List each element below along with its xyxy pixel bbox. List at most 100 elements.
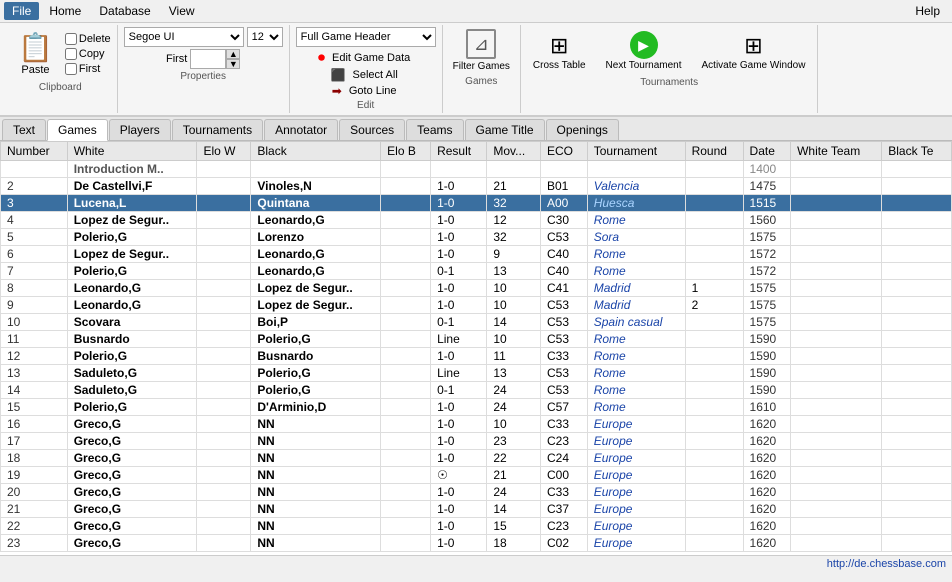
table-cell: 2 (1, 178, 68, 195)
game-header-select[interactable]: Full Game Header (296, 27, 436, 47)
table-cell (197, 195, 251, 212)
table-row[interactable]: 5Polerio,GLorenzo1-032C53Sora1575 (1, 229, 952, 246)
cross-table-button[interactable]: ⊞ Cross Table (527, 29, 592, 75)
edit-game-data-button[interactable]: Edit Game Data (329, 51, 413, 65)
clipboard-group: 📋 Paste Delete Copy First Clipboard (4, 25, 118, 113)
paste-button[interactable]: 📋 Paste (10, 27, 61, 80)
table-cell: 23 (1, 535, 68, 552)
table-row[interactable]: 22Greco,GNN1-015C23Europe1620 (1, 518, 952, 535)
table-container[interactable]: Number White Elo W Black Elo B Result Mo… (0, 141, 952, 555)
table-row[interactable]: 8Leonardo,GLopez de Segur..1-010C41Madri… (1, 280, 952, 297)
table-cell: Lopez de Segur.. (251, 280, 381, 297)
col-result[interactable]: Result (431, 142, 487, 161)
copy-checkbox-label[interactable]: Copy (65, 48, 111, 60)
col-eco[interactable]: ECO (541, 142, 588, 161)
table-cell: Saduleto,G (67, 365, 197, 382)
table-cell: C40 (541, 263, 588, 280)
table-row[interactable]: 11BusnardoPolerio,GLine10C53Rome1590 (1, 331, 952, 348)
copy-checkbox[interactable] (65, 48, 77, 60)
table-cell: C53 (541, 314, 588, 331)
table-cell: C53 (541, 297, 588, 314)
filter-group: ⊿ Filter Games Games (443, 25, 521, 113)
table-cell: 11 (1, 331, 68, 348)
first-input[interactable]: 0 (190, 49, 226, 69)
table-row[interactable]: 10ScovaraBoi,P0-114C53Spain casual1575 (1, 314, 952, 331)
table-row[interactable]: 9Leonardo,GLopez de Segur..1-010C53Madri… (1, 297, 952, 314)
activate-game-window-button[interactable]: ⊞ Activate Game Window (696, 29, 812, 75)
table-cell (197, 263, 251, 280)
table-cell (882, 229, 952, 246)
table-row[interactable]: 13Saduleto,GPolerio,GLine13C53Rome1590 (1, 365, 952, 382)
spinner-down[interactable]: ▼ (226, 59, 240, 69)
col-elo-b[interactable]: Elo B (381, 142, 431, 161)
goto-line-button[interactable]: Goto Line (346, 84, 400, 98)
table-row[interactable]: 23Greco,GNN1-018C02Europe1620 (1, 535, 952, 552)
col-black[interactable]: Black (251, 142, 381, 161)
col-number[interactable]: Number (1, 142, 68, 161)
filter-games-button[interactable]: ⊿ Filter Games (449, 27, 514, 74)
table-cell (197, 246, 251, 263)
table-row[interactable]: 15Polerio,GD'Arminio,D1-024C57Rome1610 (1, 399, 952, 416)
size-select[interactable]: 12 (247, 27, 283, 47)
menu-home[interactable]: Home (41, 2, 89, 20)
table-cell (381, 467, 431, 484)
col-mov[interactable]: Mov... (487, 142, 541, 161)
spinner-up[interactable]: ▲ (226, 49, 240, 59)
tabs-bar: Text Games Players Tournaments Annotator… (0, 117, 952, 141)
table-row[interactable]: 19Greco,GNN☉21C00Europe1620 (1, 467, 952, 484)
table-row[interactable]: 17Greco,GNN1-023C23Europe1620 (1, 433, 952, 450)
col-date[interactable]: Date (743, 142, 791, 161)
table-row[interactable]: 18Greco,GNN1-022C24Europe1620 (1, 450, 952, 467)
table-row[interactable]: 16Greco,GNN1-010C33Europe1620 (1, 416, 952, 433)
menu-database[interactable]: Database (91, 2, 158, 20)
delete-checkbox-label[interactable]: Delete (65, 33, 111, 45)
table-cell (685, 331, 743, 348)
col-white-team[interactable]: White Team (791, 142, 882, 161)
table-cell (882, 212, 952, 229)
first-checkbox-label[interactable]: First (65, 63, 111, 75)
paste-icon: 📋 (18, 31, 53, 64)
menu-file[interactable]: File (4, 2, 39, 20)
table-row[interactable]: 2De Castellvi,FVinoles,N1-021B01Valencia… (1, 178, 952, 195)
menu-view[interactable]: View (161, 2, 203, 20)
table-row[interactable]: 14Saduleto,GPolerio,G0-124C53Rome1590 (1, 382, 952, 399)
next-tournament-button[interactable]: ▶ Next Tournament (600, 27, 688, 75)
font-select[interactable]: Segoe UI (124, 27, 244, 47)
table-row[interactable]: 12Polerio,GBusnardo1-011C33Rome1590 (1, 348, 952, 365)
tab-openings[interactable]: Openings (546, 119, 619, 140)
menu-help[interactable]: Help (907, 2, 948, 20)
col-black-te[interactable]: Black Te (882, 142, 952, 161)
table-cell: 23 (487, 433, 541, 450)
tab-teams[interactable]: Teams (406, 119, 463, 140)
edit-row2: ⏺ Edit Game Data (318, 49, 413, 66)
table-row[interactable]: 4Lopez de Segur..Leonardo,G1-012C30Rome1… (1, 212, 952, 229)
table-cell: 1-0 (431, 518, 487, 535)
select-all-button[interactable]: Select All (350, 68, 401, 82)
table-cell (381, 416, 431, 433)
paste-label: Paste (21, 64, 49, 76)
tab-text[interactable]: Text (2, 119, 46, 140)
table-row[interactable]: 6Lopez de Segur..Leonardo,G1-09C40Rome15… (1, 246, 952, 263)
table-row[interactable]: 21Greco,GNN1-014C37Europe1620 (1, 501, 952, 518)
tab-sources[interactable]: Sources (339, 119, 405, 140)
table-row[interactable]: 7Polerio,GLeonardo,G0-113C40Rome1572 (1, 263, 952, 280)
table-cell: De Castellvi,F (67, 178, 197, 195)
tab-tournaments[interactable]: Tournaments (172, 119, 263, 140)
tab-games[interactable]: Games (47, 119, 108, 141)
col-elo-w[interactable]: Elo W (197, 142, 251, 161)
col-tournament[interactable]: Tournament (587, 142, 685, 161)
col-round[interactable]: Round (685, 142, 743, 161)
table-cell: 10 (487, 297, 541, 314)
tab-players[interactable]: Players (109, 119, 171, 140)
table-row[interactable]: 3Lucena,LQuintana1-032A00Huesca1515 (1, 195, 952, 212)
first-checkbox[interactable] (65, 63, 77, 75)
chessbase-link[interactable]: http://de.chessbase.com (827, 558, 946, 570)
table-row[interactable]: 20Greco,GNN1-024C33Europe1620 (1, 484, 952, 501)
table-cell: 15 (1, 399, 68, 416)
table-row[interactable]: Introduction M..1400 (1, 161, 952, 178)
tab-annotator[interactable]: Annotator (264, 119, 338, 140)
tab-game-title[interactable]: Game Title (465, 119, 545, 140)
table-cell: Europe (587, 416, 685, 433)
delete-checkbox[interactable] (65, 33, 77, 45)
col-white[interactable]: White (67, 142, 197, 161)
